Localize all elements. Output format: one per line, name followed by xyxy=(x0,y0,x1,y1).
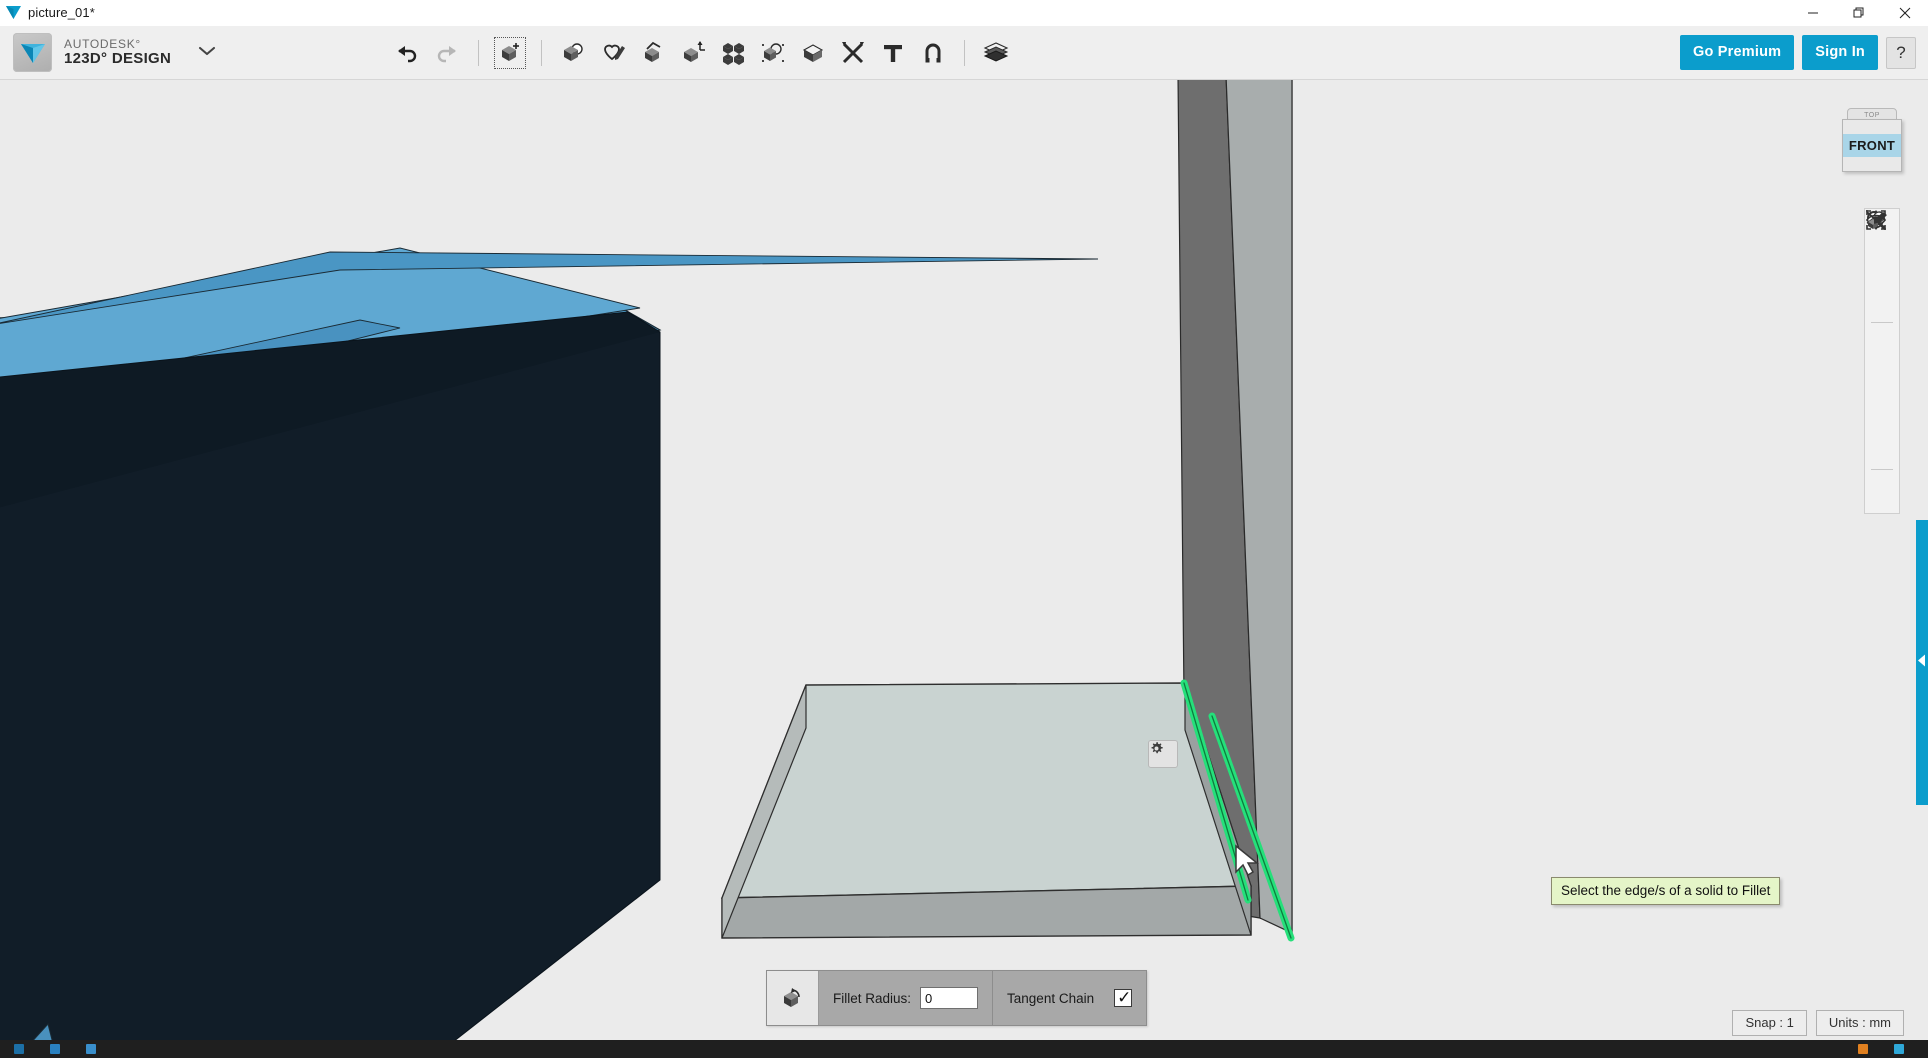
document-title: picture_01* xyxy=(28,5,95,20)
snap-button[interactable] xyxy=(913,33,953,73)
fit-tool-button[interactable] xyxy=(1866,210,1898,361)
tangent-chain-label: Tangent Chain xyxy=(1007,990,1095,1006)
undo-button[interactable] xyxy=(387,33,427,73)
redo-button[interactable] xyxy=(427,33,467,73)
materials-button[interactable] xyxy=(976,33,1016,73)
sketch-pencil-icon xyxy=(604,44,626,60)
tangent-chain-checkbox[interactable]: ✓ xyxy=(1114,988,1133,1007)
fillet-cube-icon xyxy=(783,988,800,1007)
cube-plus-icon xyxy=(502,42,520,61)
checkmark-icon: ✓ xyxy=(1117,988,1132,1007)
gear-icon xyxy=(1151,742,1163,754)
four-cubes-icon xyxy=(723,42,745,65)
text-t-icon xyxy=(884,44,903,62)
status-tooltip: Select the edge/s of a solid to Fillet xyxy=(1551,877,1781,905)
toolbar-separator xyxy=(964,39,966,66)
fillet-command-bar: Fillet Radius: Tangent Chain ✓ xyxy=(766,970,1148,1026)
brand-block[interactable]: AUTODESK° 123D° DESIGN xyxy=(0,33,217,72)
brand-line-product: 123D° DESIGN xyxy=(64,49,172,67)
measure-button[interactable] xyxy=(833,33,873,73)
toolbar-separator xyxy=(541,39,543,66)
close-button[interactable] xyxy=(1882,0,1928,26)
view-cube-front-face[interactable]: FRONT xyxy=(1842,119,1902,172)
viewport-canvas[interactable]: TOP FRONT Select the edge/s of a solid t… xyxy=(0,80,1928,1040)
taskbar-item[interactable] xyxy=(86,1044,96,1054)
app-logo-icon xyxy=(13,33,52,72)
object-settings-gear-button[interactable] xyxy=(1148,740,1178,768)
grouping-button[interactable] xyxy=(753,33,793,73)
cube-select-icon xyxy=(762,42,785,62)
toolbar-separator xyxy=(478,39,480,66)
primitives-button[interactable] xyxy=(553,33,593,73)
pattern-button[interactable] xyxy=(713,33,753,73)
grid-cube-pencil-icon xyxy=(1866,210,1886,230)
combine-button[interactable] xyxy=(793,33,833,73)
snap-status-chip[interactable]: Snap : 1 xyxy=(1732,1010,1807,1036)
view-cube-front-label: FRONT xyxy=(1842,134,1902,157)
header-actions: Go Premium Sign In ? xyxy=(1680,35,1928,70)
undo-arrow-icon xyxy=(398,45,417,62)
orbit-tool-button[interactable] xyxy=(1866,211,1898,284)
application-toolbar: AUTODESK° 123D° DESIGN Go Premium Sign I… xyxy=(0,26,1928,80)
main-menu-chevron-down-icon[interactable] xyxy=(197,44,217,62)
transform-button[interactable] xyxy=(490,33,530,73)
cube-combine-icon xyxy=(803,43,824,62)
autodesk-triangle-logo-icon xyxy=(0,0,26,26)
navigation-toolbar xyxy=(1864,208,1900,514)
grid-snap-tool-button[interactable] xyxy=(1866,211,1898,466)
sign-in-button[interactable]: Sign In xyxy=(1802,35,1878,70)
base-plate-solid xyxy=(720,682,1252,939)
visibility-tool-button[interactable] xyxy=(1866,214,1898,431)
brand-text: AUTODESK° 123D° DESIGN xyxy=(64,38,171,66)
construct-button[interactable] xyxy=(633,33,673,73)
magnet-icon xyxy=(925,43,941,62)
right-panel-collapse-handle[interactable] xyxy=(1916,520,1928,805)
view-cube[interactable]: TOP FRONT xyxy=(1840,108,1904,172)
taskbar-item[interactable] xyxy=(1858,1044,1868,1054)
status-chips: Snap : 1 Units : mm xyxy=(1732,1010,1904,1036)
chevron-left-icon xyxy=(1917,653,1927,672)
sketch-grid-tool-button[interactable] xyxy=(1866,210,1898,508)
window-titlebar: picture_01* xyxy=(0,0,1928,26)
maximize-restore-button[interactable] xyxy=(1836,0,1882,26)
units-status-chip[interactable]: Units : mm xyxy=(1815,1010,1904,1036)
taskbar-item[interactable] xyxy=(1894,1044,1904,1054)
sketch-button[interactable] xyxy=(593,33,633,73)
app-root: picture_01* AUTODESK° 123D° DESIGN Go Pr… xyxy=(0,0,1928,1058)
cube-extrude-icon xyxy=(645,41,661,62)
fillet-radius-input[interactable] xyxy=(920,987,979,1009)
nav-separator xyxy=(1871,469,1893,470)
cube-move-icon xyxy=(684,40,706,62)
text-button[interactable] xyxy=(873,33,913,73)
modify-button[interactable] xyxy=(673,33,713,73)
nav-separator xyxy=(1871,322,1893,323)
layers-stack-icon xyxy=(983,41,1009,62)
go-premium-button[interactable]: Go Premium xyxy=(1680,35,1795,70)
taskbar-item[interactable] xyxy=(50,1044,60,1054)
os-taskbar[interactable] xyxy=(0,1040,1928,1058)
help-button[interactable]: ? xyxy=(1886,36,1916,69)
fillet-radius-label: Fillet Radius: xyxy=(833,990,912,1006)
minimize-button[interactable] xyxy=(1790,0,1836,26)
zoom-tool-button[interactable] xyxy=(1866,211,1898,319)
taskbar-item[interactable] xyxy=(14,1044,24,1054)
cube-sphere-icon xyxy=(564,42,583,61)
redo-arrow-icon xyxy=(438,45,457,62)
fillet-radius-field: Fillet Radius: xyxy=(819,971,994,1025)
tool-group xyxy=(387,33,1016,73)
tangent-chain-field: Tangent Chain ✓ xyxy=(993,971,1146,1025)
measure-tools-icon xyxy=(842,41,865,63)
shaded-view-tool-button[interactable] xyxy=(1866,211,1898,396)
fillet-command-icon xyxy=(767,971,819,1025)
